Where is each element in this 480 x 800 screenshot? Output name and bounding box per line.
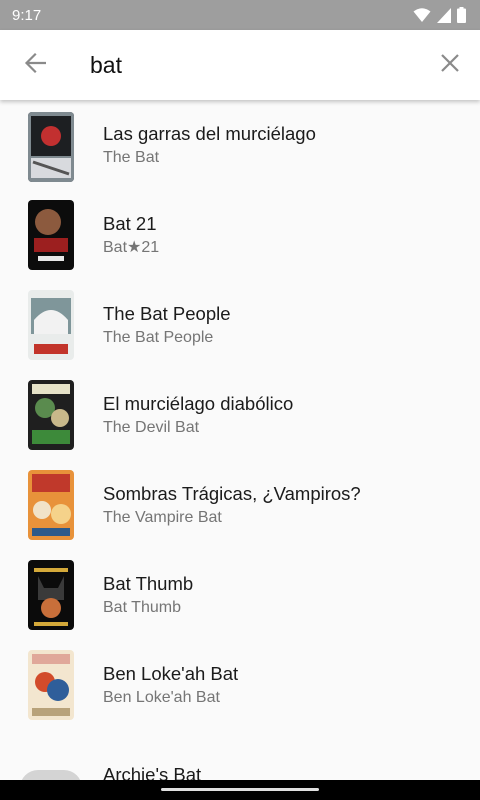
result-item[interactable]: Bat Thumb Bat Thumb [0,550,480,640]
back-button[interactable] [0,30,70,100]
result-subtitle: The Bat People [103,329,214,346]
result-subtitle: The Devil Bat [103,419,200,436]
close-icon [441,53,459,77]
movie-poster [28,200,74,270]
result-title: El murciélago diabólico [103,393,294,414]
result-text: El murciélago diabólico The Devil Bat [103,391,293,439]
movie-poster [28,112,74,182]
search-input[interactable] [70,43,420,87]
result-item[interactable]: Archie's Bat [0,730,480,780]
result-title: Sombras Trágicas, ¿Vampiros? [103,483,361,504]
status-bar: 9:17 [0,0,480,30]
result-subtitle: Ben Loke'ah Bat [103,689,220,706]
result-subtitle: Bat Thumb [103,599,181,616]
home-gesture-handle[interactable] [161,787,319,791]
result-text: Archie's Bat [103,762,201,780]
clear-search-button[interactable] [420,30,480,100]
result-subtitle: Bat★21 [103,239,160,256]
movie-poster [28,650,74,720]
result-text: Bat Thumb Bat Thumb [103,571,193,619]
movie-poster [28,560,74,630]
result-item[interactable]: Ben Loke'ah Bat Ben Loke'ah Bat [0,640,480,730]
movie-poster [28,470,74,540]
result-subtitle: The Bat [103,149,160,166]
result-title: The Bat People [103,303,231,324]
arrow-back-icon [24,52,47,79]
search-results-list: Las garras del murciélago The Bat Bat 21… [0,100,480,780]
result-text: Ben Loke'ah Bat Ben Loke'ah Bat [103,661,238,709]
result-title: Bat 21 [103,213,157,234]
result-item[interactable]: The Bat People The Bat People [0,280,480,370]
result-title: Ben Loke'ah Bat [103,663,239,684]
result-text: Bat 21 Bat★21 [103,211,159,259]
result-item[interactable]: Las garras del murciélago The Bat [0,100,480,190]
signal-icon [437,7,451,23]
movie-poster [28,290,74,360]
result-title: Bat Thumb [103,573,194,594]
result-subtitle: The Vampire Bat [103,509,222,526]
result-item[interactable]: El murciélago diabólico The Devil Bat [0,370,480,460]
wifi-icon [413,7,431,23]
battery-icon [457,7,466,23]
result-item[interactable]: Bat 21 Bat★21 [0,190,480,280]
status-time: 9:17 [12,6,42,24]
result-text: Las garras del murciélago The Bat [103,121,316,169]
result-text: The Bat People The Bat People [103,301,231,349]
result-title: Las garras del murciélago [103,123,316,144]
result-title: Archie's Bat [103,764,202,780]
result-item[interactable]: Sombras Trágicas, ¿Vampiros? The Vampire… [0,460,480,550]
status-icons [413,7,466,23]
search-toolbar [0,30,480,100]
movie-poster [28,380,74,450]
image-placeholder [20,770,82,780]
navigation-bar [0,780,480,800]
result-text: Sombras Trágicas, ¿Vampiros? The Vampire… [103,481,361,529]
